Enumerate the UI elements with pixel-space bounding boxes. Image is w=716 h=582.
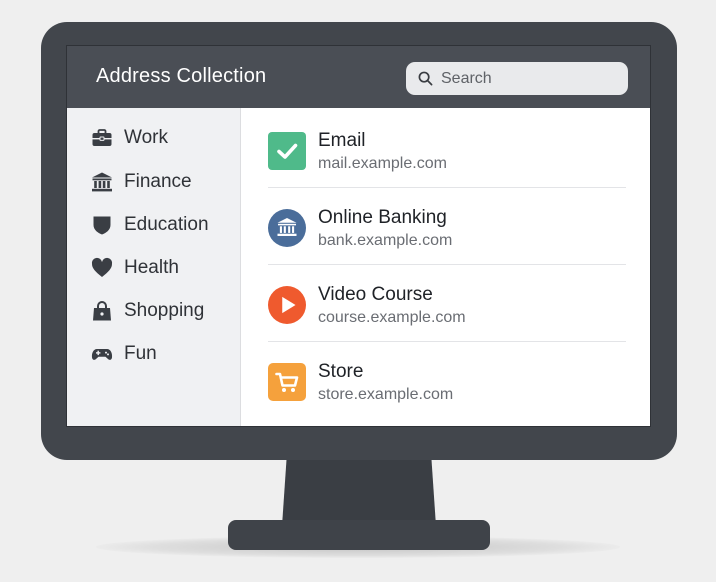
address-url: store.example.com (318, 386, 454, 403)
address-item-video-course[interactable]: Video Course course.example.com (268, 279, 626, 343)
play-icon (268, 286, 306, 324)
sidebar-item-label: Fun (124, 343, 157, 364)
address-url: bank.example.com (318, 232, 453, 249)
address-name: Email (318, 130, 366, 151)
shopping-bag-icon (91, 300, 113, 322)
sidebar-item-label: Finance (124, 171, 192, 192)
address-item-store[interactable]: Store store.example.com (268, 356, 626, 420)
monitor-stand-neck (282, 458, 436, 526)
heart-icon (91, 257, 113, 279)
address-name: Online Banking (318, 207, 447, 228)
address-name: Video Course (318, 284, 433, 305)
address-url: course.example.com (318, 309, 466, 326)
sidebar-item-label: Education (124, 214, 209, 235)
gamepad-icon (91, 343, 113, 365)
sidebar-item-health[interactable]: Health (91, 253, 179, 283)
shield-icon (91, 214, 113, 236)
monitor-stand-base (228, 520, 490, 550)
search-box[interactable] (406, 62, 628, 95)
address-url: mail.example.com (318, 155, 447, 172)
address-list: Email mail.example.com Online Banking ba… (241, 108, 650, 426)
list-divider (268, 187, 626, 188)
address-item-email[interactable]: Email mail.example.com (268, 125, 626, 189)
bank-icon (91, 171, 113, 193)
sidebar-item-education[interactable]: Education (91, 210, 209, 240)
sidebar-item-finance[interactable]: Finance (91, 167, 192, 197)
bank-icon (268, 209, 306, 247)
app-title: Address Collection (96, 65, 267, 87)
checkmark-icon (268, 132, 306, 170)
sidebar-item-label: Health (124, 257, 179, 278)
sidebar-item-label: Work (124, 127, 168, 148)
briefcase-icon (91, 127, 113, 149)
title-bar: Address Collection (67, 46, 650, 108)
address-item-online-banking[interactable]: Online Banking bank.example.com (268, 202, 626, 266)
sidebar: Work Finance Education Health Shopping F… (67, 108, 241, 426)
app-window: Address Collection Work (67, 46, 650, 426)
sidebar-item-work[interactable]: Work (91, 123, 168, 153)
list-divider (268, 341, 626, 342)
sidebar-item-shopping[interactable]: Shopping (91, 296, 204, 326)
search-icon (418, 71, 433, 86)
cart-icon (268, 363, 306, 401)
sidebar-item-label: Shopping (124, 300, 205, 321)
address-name: Store (318, 361, 364, 382)
sidebar-item-fun[interactable]: Fun (91, 339, 157, 369)
list-divider (268, 264, 626, 265)
search-input[interactable] (439, 68, 623, 89)
